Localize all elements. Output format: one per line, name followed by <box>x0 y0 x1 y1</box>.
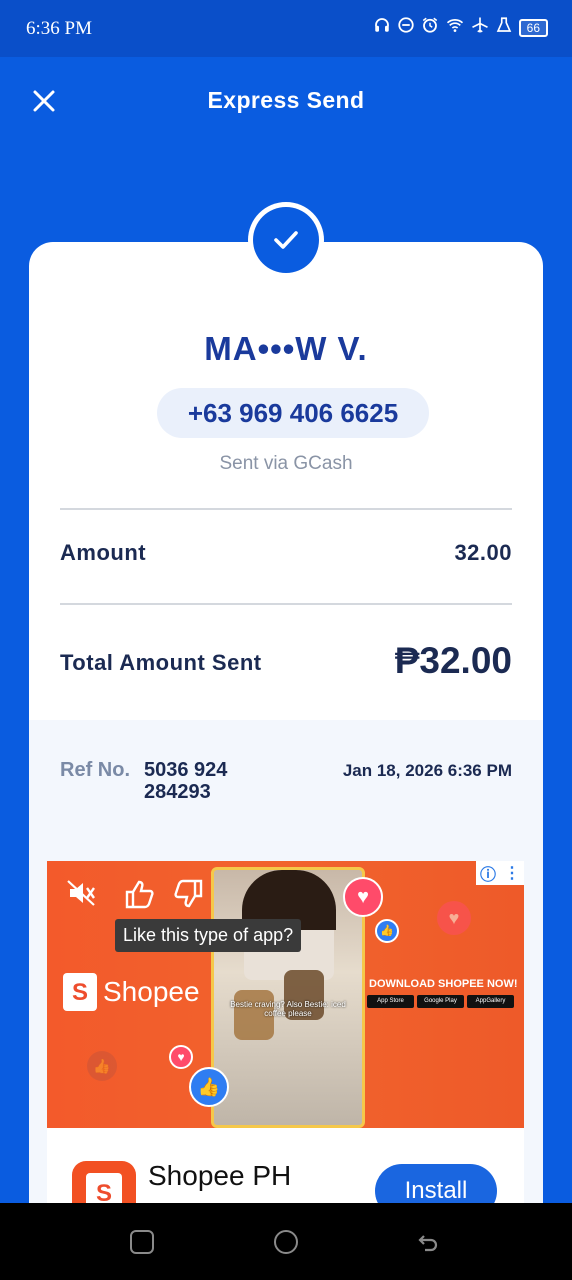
heart-icon: ♥ <box>437 901 471 935</box>
status-bar: 6:36 PM 66 <box>0 0 572 57</box>
ref-label: Ref No. <box>60 759 130 781</box>
thumbs-down-icon[interactable] <box>171 877 205 911</box>
heart-icon: ♥ <box>169 1045 193 1069</box>
recents-button[interactable] <box>130 1230 154 1254</box>
ad-info-buttons[interactable]: ⓘ ⋮ <box>476 861 524 885</box>
amount-value: 32.00 <box>454 540 512 565</box>
wifi-icon <box>445 16 465 40</box>
divider <box>60 603 512 605</box>
headset-icon <box>373 16 391 40</box>
download-cta-text: DOWNLOAD SHOPEE NOW! <box>369 978 518 990</box>
reference-section: Ref No. 5036 924 284293 Jan 18, 2026 6:3… <box>29 720 543 1242</box>
store-badges: App Store Google Play AppGallery <box>367 995 514 1008</box>
heart-icon: ♥ <box>343 877 383 917</box>
status-time: 6:36 PM <box>26 18 92 39</box>
success-badge <box>248 202 324 278</box>
ad-container[interactable]: Bestie craving? Also Bestie: iced coffee… <box>47 861 524 1242</box>
flask-icon <box>495 16 513 40</box>
brand-name: Shopee <box>103 976 200 1007</box>
like-bubble-icon: 👍 <box>375 919 399 943</box>
do-not-disturb-icon <box>397 16 415 40</box>
like-bubble-icon: 👍 <box>87 1051 117 1081</box>
amount-label: Amount <box>60 540 147 565</box>
battery-icon: 66 <box>518 19 548 37</box>
check-icon <box>274 231 298 249</box>
ad-video-caption: Bestie craving? Also Bestie: iced coffee… <box>230 1000 346 1018</box>
total-label: Total Amount Sent <box>60 650 262 675</box>
sent-via-label: Sent via GCash <box>219 453 353 474</box>
shopee-logo: S Shopee <box>63 973 200 1011</box>
app-header: Express Send <box>0 57 572 147</box>
recipient-name: MA•••W V. <box>204 330 368 367</box>
total-value: ₱32.00 <box>394 640 512 681</box>
recipient-number: +63 969 406 6625 <box>157 388 429 438</box>
info-icon[interactable]: ⓘ <box>480 861 496 885</box>
google-play-badge: Google Play <box>417 995 464 1008</box>
appgallery-badge: AppGallery <box>467 995 514 1008</box>
status-icons: 66 <box>373 16 548 40</box>
ad-app-name[interactable]: Shopee PH <box>148 1160 291 1192</box>
receipt-card: MA•••W V. +63 969 406 6625 Sent via GCas… <box>29 242 543 1242</box>
back-icon <box>418 1235 438 1252</box>
home-button[interactable] <box>274 1230 298 1254</box>
shopee-bag-icon: S <box>63 973 97 1011</box>
airplane-icon <box>471 16 489 40</box>
ad-video-thumbnail[interactable]: Bestie craving? Also Bestie: iced coffee… <box>211 867 365 1128</box>
system-nav-bar <box>0 1203 572 1280</box>
ref-number: 5036 924 284293 <box>144 759 228 803</box>
ad-banner[interactable]: Bestie craving? Also Bestie: iced coffee… <box>47 861 524 1128</box>
feedback-tooltip: Like this type of app? <box>115 919 302 952</box>
page-title: Express Send <box>207 87 365 113</box>
transaction-date: Jan 18, 2026 6:36 PM <box>342 761 512 780</box>
mute-icon[interactable] <box>65 877 97 909</box>
app-store-badge: App Store <box>367 995 414 1008</box>
divider <box>60 508 512 510</box>
thumbs-up-icon[interactable] <box>123 877 157 911</box>
more-vertical-icon[interactable]: ⋮ <box>504 863 520 883</box>
alarm-icon <box>421 16 439 40</box>
like-bubble-icon: 👍 <box>189 1067 229 1107</box>
back-button[interactable] <box>416 1230 440 1254</box>
